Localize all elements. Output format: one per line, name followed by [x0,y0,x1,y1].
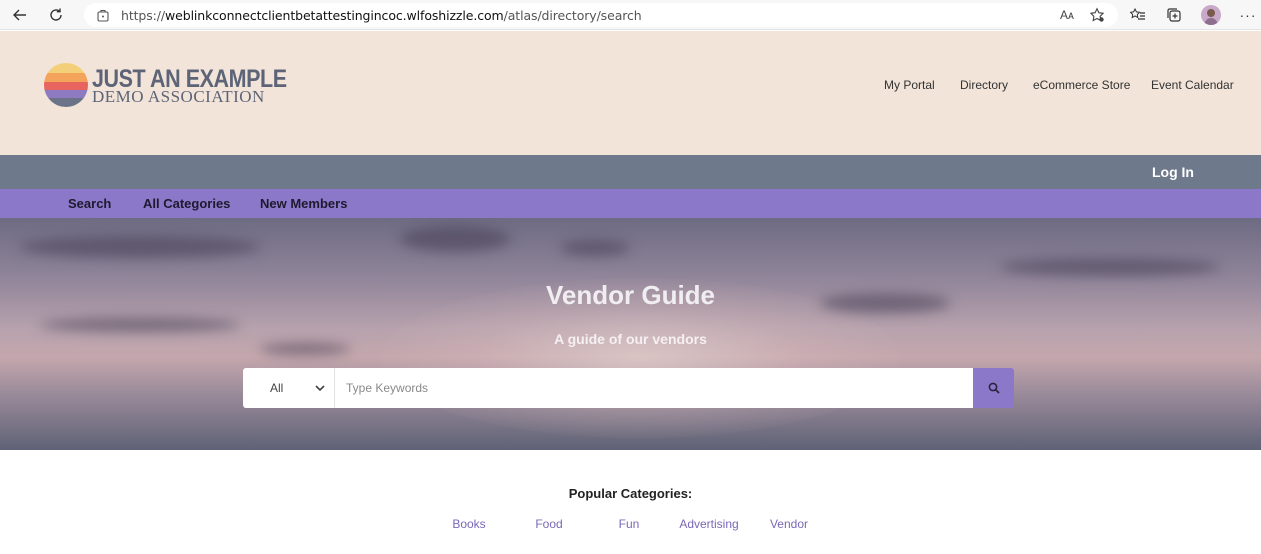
cloud-shape [1000,258,1220,276]
category-link-fun[interactable]: Fun [589,517,669,531]
collections-icon[interactable] [1164,5,1184,25]
subnav-new-members[interactable]: New Members [260,196,347,211]
address-bar[interactable]: https://weblinkconnectclientbetattesting… [84,3,1118,27]
favorite-star-icon[interactable] [1087,5,1107,25]
login-bar: Log In [0,155,1261,189]
read-aloud-icon[interactable]: Aᴀ [1057,5,1077,25]
magnifier-icon [988,382,1000,394]
category-link-advertising[interactable]: Advertising [669,517,749,531]
hero-banner: Vendor Guide A guide of our vendors All [0,218,1261,450]
nav-my-portal[interactable]: My Portal [884,78,935,92]
search-button[interactable] [973,368,1014,408]
subnav-search[interactable]: Search [68,196,111,211]
cloud-shape [40,318,240,332]
category-select[interactable]: All [243,368,335,408]
favorites-list-icon[interactable] [1128,5,1148,25]
association-logo-icon[interactable] [44,63,88,107]
cloud-shape [400,226,510,252]
more-options-icon[interactable]: ··· [1238,5,1258,25]
site-header: JUST AN EXAMPLE DEMO ASSOCIATION My Port… [0,31,1261,155]
page-info-icon[interactable] [96,8,110,22]
nav-directory[interactable]: Directory [960,78,1008,92]
chevron-down-icon [315,385,325,392]
subnav-all-categories[interactable]: All Categories [143,196,230,211]
directory-subnav: Search All Categories New Members [0,189,1261,218]
popular-categories-heading: Popular Categories: [568,486,693,501]
nav-event-calendar[interactable]: Event Calendar [1151,78,1234,92]
back-arrow-icon[interactable] [10,5,30,25]
refresh-icon[interactable] [46,5,66,25]
cloud-shape [20,236,260,258]
nav-ecommerce-store[interactable]: eCommerce Store [1033,78,1130,92]
logo-subtitle[interactable]: DEMO ASSOCIATION [92,87,265,107]
browser-toolbar: https://weblinkconnectclientbetattesting… [0,0,1261,30]
url-text: https://weblinkconnectclientbetattesting… [121,8,642,23]
category-link-books[interactable]: Books [429,517,509,531]
keywords-input[interactable] [335,368,973,408]
login-link[interactable]: Log In [1152,164,1194,180]
cloud-shape [560,240,630,256]
category-select-value: All [270,381,284,395]
vendor-search-form: All [243,368,1014,408]
profile-avatar-icon[interactable] [1201,5,1221,25]
category-link-vendor[interactable]: Vendor [749,517,829,531]
category-link-food[interactable]: Food [509,517,589,531]
page-title: Vendor Guide [545,280,716,310]
page-subtitle: A guide of our vendors [554,331,707,347]
